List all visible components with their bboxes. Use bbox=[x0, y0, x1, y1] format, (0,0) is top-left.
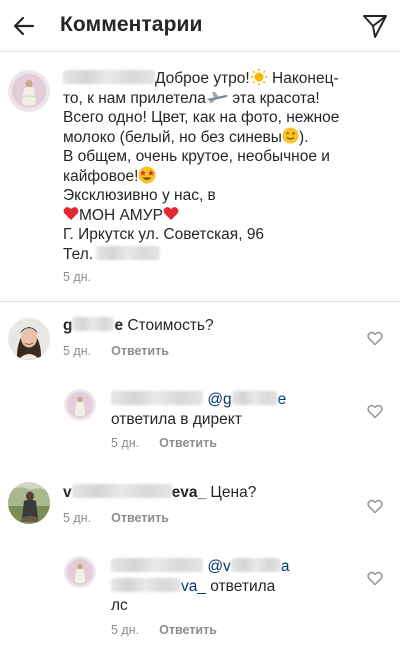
reply-button[interactable]: Ответить bbox=[159, 436, 217, 450]
reply-username[interactable] bbox=[111, 558, 203, 575]
avatar[interactable] bbox=[8, 482, 50, 524]
timestamp: 5 дн. bbox=[63, 511, 92, 525]
like-button[interactable] bbox=[363, 494, 387, 518]
avatar[interactable] bbox=[8, 318, 50, 360]
comment-username[interactable]: v eva_ bbox=[63, 484, 206, 501]
username-redacted[interactable] bbox=[63, 70, 155, 85]
avatar[interactable] bbox=[64, 389, 96, 421]
avatar[interactable] bbox=[8, 70, 50, 112]
caption-meta: 5 дн. bbox=[63, 270, 91, 284]
timestamp: 5 дн. bbox=[63, 344, 92, 358]
phone-redacted bbox=[96, 245, 161, 260]
reply-username[interactable] bbox=[111, 391, 203, 408]
top-bar: Комментарии bbox=[0, 0, 400, 52]
reply-meta: 5 дн. Ответить bbox=[111, 623, 217, 637]
reply-text: @v a va_ ответила лс bbox=[111, 558, 290, 614]
reply-text: @g e ответила в директ bbox=[111, 391, 287, 428]
timestamp: 5 дн. bbox=[63, 270, 92, 284]
mention-link[interactable]: va_ bbox=[111, 578, 206, 595]
page-title: Комментарии bbox=[60, 13, 203, 36]
mention-link[interactable]: @v a bbox=[207, 558, 289, 575]
comment-username[interactable]: ge bbox=[63, 317, 123, 334]
like-button[interactable] bbox=[363, 566, 387, 590]
comment-meta: 5 дн. Ответить bbox=[63, 344, 169, 358]
star-eyes-emoji-icon bbox=[138, 166, 156, 184]
heart-outline-icon bbox=[367, 331, 383, 345]
heart-outline-icon bbox=[367, 499, 383, 513]
back-button[interactable] bbox=[8, 10, 40, 42]
red-heart-icon bbox=[63, 207, 79, 221]
avatar[interactable] bbox=[64, 556, 96, 588]
timestamp: 5 дн. bbox=[111, 623, 140, 637]
airplane-emoji-icon bbox=[206, 91, 228, 103]
reply-button[interactable]: Ответить bbox=[159, 623, 217, 637]
like-button[interactable] bbox=[363, 326, 387, 350]
share-button[interactable] bbox=[360, 11, 390, 41]
paper-plane-icon bbox=[363, 15, 387, 38]
post-caption: Доброе утро! Наконец- то, к нам прилетел… bbox=[0, 52, 400, 302]
heart-outline-icon bbox=[367, 404, 383, 418]
wink-emoji-icon bbox=[282, 127, 299, 144]
sun-emoji-icon bbox=[250, 68, 268, 86]
comment-text: v eva_ Цена? bbox=[63, 484, 257, 501]
mention-link[interactable]: @g e bbox=[207, 391, 286, 408]
reply-button[interactable]: Ответить bbox=[111, 511, 169, 525]
red-heart-icon bbox=[163, 207, 179, 221]
reply-button[interactable]: Ответить bbox=[111, 344, 169, 358]
heart-outline-icon bbox=[367, 571, 383, 585]
caption-text: Доброе утро! Наконец- то, к нам прилетел… bbox=[63, 68, 340, 263]
reply-meta: 5 дн. Ответить bbox=[111, 436, 217, 450]
timestamp: 5 дн. bbox=[111, 436, 140, 450]
arrow-left-icon bbox=[13, 16, 35, 36]
like-button[interactable] bbox=[363, 399, 387, 423]
comment-text: ge Стоимость? bbox=[63, 317, 214, 334]
comment-meta: 5 дн. Ответить bbox=[63, 511, 169, 525]
